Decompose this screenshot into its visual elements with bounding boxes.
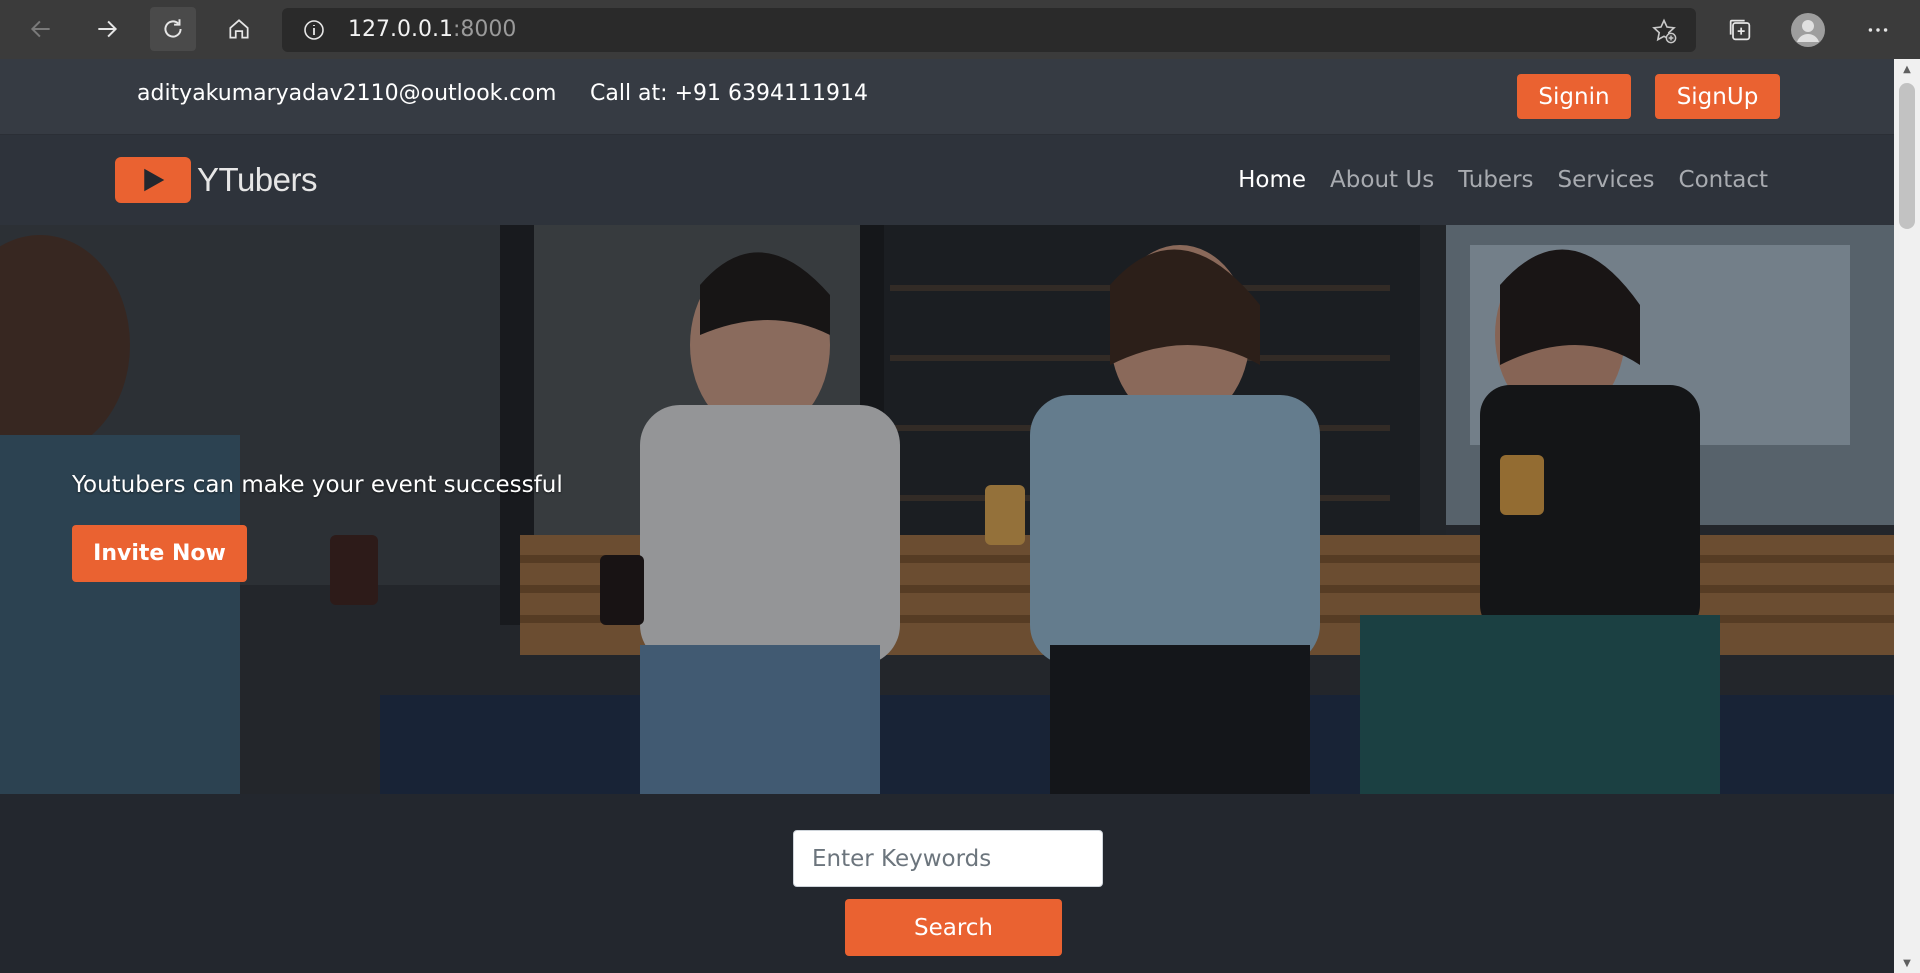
url-text[interactable]: 127.0.0.1:8000 xyxy=(348,17,516,43)
browser-toolbar: 127.0.0.1:8000 xyxy=(0,0,1920,59)
main-navbar: YTubers Home About Us Tubers Services Co… xyxy=(0,135,1894,225)
nav-links: Home About Us Tubers Services Contact xyxy=(1238,165,1768,195)
address-bar[interactable]: 127.0.0.1:8000 xyxy=(282,8,1696,52)
invite-now-button[interactable]: Invite Now xyxy=(72,525,247,582)
avatar-icon xyxy=(1791,13,1825,47)
hero-overlay xyxy=(0,225,1894,794)
info-icon xyxy=(304,20,324,40)
search-button[interactable]: Search xyxy=(845,899,1062,956)
search-input[interactable] xyxy=(793,830,1103,887)
ellipsis-icon xyxy=(1868,28,1888,32)
forward-arrow-icon xyxy=(98,20,118,38)
hero-tagline: Youtubers can make your event successful xyxy=(72,472,563,498)
nav-link-about-us[interactable]: About Us xyxy=(1330,165,1434,195)
url-port: :8000 xyxy=(452,17,517,42)
forward-button[interactable] xyxy=(84,7,130,51)
nav-link-contact[interactable]: Contact xyxy=(1679,165,1768,195)
brand-logo[interactable]: YTubers xyxy=(115,157,318,203)
brand-name: YTubers xyxy=(197,161,318,198)
refresh-icon xyxy=(164,19,182,38)
contact-phone: Call at: +91 6394111914 xyxy=(590,81,868,106)
add-favorite-icon[interactable] xyxy=(1650,17,1678,45)
contact-email: adityakumaryadav2110@outlook.com xyxy=(137,81,557,106)
signup-button[interactable]: SignUp xyxy=(1655,74,1780,119)
scroll-down-icon[interactable]: ▼ xyxy=(1894,953,1920,973)
back-button[interactable] xyxy=(18,7,64,51)
hero-banner: Youtubers can make your event successful… xyxy=(0,225,1894,794)
scroll-up-icon[interactable]: ▲ xyxy=(1894,59,1920,79)
scroll-thumb[interactable] xyxy=(1899,83,1915,229)
page-scrollbar[interactable]: ▲ ▼ xyxy=(1894,59,1920,973)
signin-button[interactable]: Signin xyxy=(1517,74,1631,119)
nav-link-tubers[interactable]: Tubers xyxy=(1458,165,1533,195)
refresh-button[interactable] xyxy=(150,7,196,51)
collections-icon xyxy=(1729,19,1751,41)
nav-link-home[interactable]: Home xyxy=(1238,165,1306,195)
contact-bar: adityakumaryadav2110@outlook.com Call at… xyxy=(0,59,1894,135)
more-menu-button[interactable] xyxy=(1860,12,1896,48)
back-arrow-icon xyxy=(30,20,50,38)
collections-button[interactable] xyxy=(1722,12,1758,48)
nav-link-services[interactable]: Services xyxy=(1558,165,1655,195)
profile-button[interactable] xyxy=(1790,12,1826,48)
url-host: 127.0.0.1 xyxy=(348,17,453,42)
web-page: adityakumaryadav2110@outlook.com Call at… xyxy=(0,59,1894,973)
home-button[interactable] xyxy=(216,7,262,51)
home-icon xyxy=(229,19,249,39)
play-logo-icon xyxy=(115,157,191,203)
